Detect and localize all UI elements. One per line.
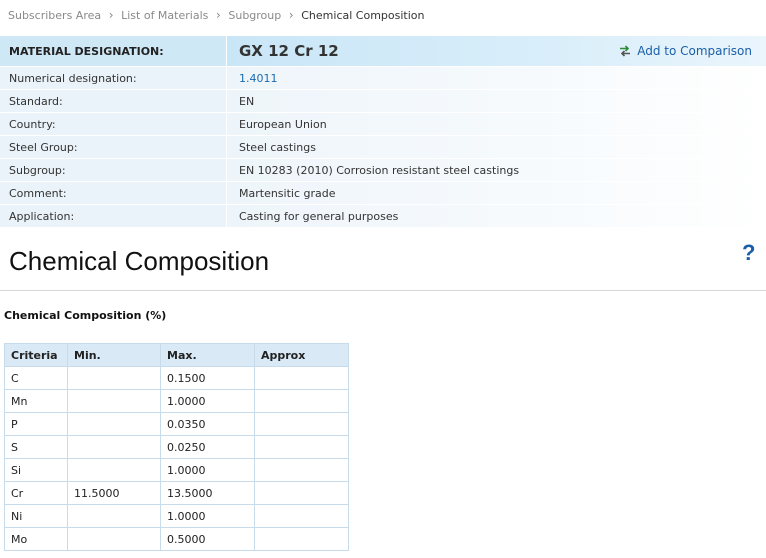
criteria-cell: P [4, 412, 68, 436]
table-row: S 0.0250 [4, 435, 349, 459]
approx-cell [254, 458, 349, 482]
min-cell [67, 458, 161, 482]
max-cell: 13.5000 [160, 481, 255, 505]
min-cell [67, 527, 161, 551]
material-header-row: MATERIAL DESIGNATION: GX 12 Cr 12 Add to… [0, 36, 766, 67]
table-row: Si 1.0000 [4, 458, 349, 482]
info-row-steel-group: Steel Group: Steel castings [0, 136, 766, 159]
info-row-comment: Comment: Martensitic grade [0, 182, 766, 205]
table-row: Ni 1.0000 [4, 504, 349, 528]
approx-cell [254, 412, 349, 436]
min-cell [67, 366, 161, 390]
breadcrumb-current: Chemical Composition [301, 8, 425, 22]
min-cell [67, 435, 161, 459]
approx-cell [254, 435, 349, 459]
min-cell [67, 389, 161, 413]
column-header-criteria: Criteria [4, 343, 68, 367]
approx-cell [254, 481, 349, 505]
info-value: EN [226, 90, 766, 113]
criteria-cell: S [4, 435, 68, 459]
info-label: Comment: [0, 182, 226, 205]
min-cell [67, 504, 161, 528]
column-header-approx: Approx [254, 343, 349, 367]
info-label: Numerical designation: [0, 67, 226, 90]
table-row: Cr 11.5000 13.5000 [4, 481, 349, 505]
breadcrumb-subgroup[interactable]: Subgroup [228, 9, 281, 22]
table-row: C 0.1500 [4, 366, 349, 390]
criteria-cell: Ni [4, 504, 68, 528]
material-designation: GX 12 Cr 12 [239, 42, 339, 60]
add-to-comparison-button[interactable]: Add to Comparison [619, 44, 752, 58]
composition-header-row: Criteria Min. Max. Approx [4, 343, 349, 367]
divider [0, 290, 766, 291]
add-to-comparison-label: Add to Comparison [637, 44, 752, 58]
info-value: Casting for general purposes [226, 205, 766, 228]
info-value: Martensitic grade [226, 182, 766, 205]
criteria-cell: Mn [4, 389, 68, 413]
help-icon[interactable]: ? [742, 240, 755, 266]
info-row-country: Country: European Union [0, 113, 766, 136]
criteria-cell: C [4, 366, 68, 390]
approx-cell [254, 389, 349, 413]
breadcrumb-list-of-materials[interactable]: List of Materials [121, 9, 208, 22]
column-header-max: Max. [160, 343, 255, 367]
max-cell: 0.5000 [160, 527, 255, 551]
info-value: 1.4011 [226, 67, 766, 90]
info-value: European Union [226, 113, 766, 136]
chevron-right-icon: › [215, 8, 221, 22]
info-label: Country: [0, 113, 226, 136]
table-row: P 0.0350 [4, 412, 349, 436]
info-value: Steel castings [226, 136, 766, 159]
min-cell: 11.5000 [67, 481, 161, 505]
max-cell: 0.0250 [160, 435, 255, 459]
info-row-numerical: Numerical designation: 1.4011 [0, 67, 766, 90]
info-row-subgroup: Subgroup: EN 10283 (2010) Corrosion resi… [0, 159, 766, 182]
page-title: Chemical Composition [9, 246, 270, 276]
table-row: Mo 0.5000 [4, 527, 349, 551]
info-row-standard: Standard: EN [0, 90, 766, 113]
info-label: Standard: [0, 90, 226, 113]
info-row-application: Application: Casting for general purpose… [0, 205, 766, 228]
composition-subheading: Chemical Composition (%) [4, 309, 167, 322]
info-label: Application: [0, 205, 226, 228]
chevron-right-icon: › [108, 8, 114, 22]
breadcrumb-subscribers-area[interactable]: Subscribers Area [8, 9, 101, 22]
max-cell: 0.0350 [160, 412, 255, 436]
chevron-right-icon: › [288, 8, 294, 22]
info-value: EN 10283 (2010) Corrosion resistant stee… [226, 159, 766, 182]
material-designation-label: MATERIAL DESIGNATION: [0, 36, 226, 67]
max-cell: 1.0000 [160, 504, 255, 528]
min-cell [67, 412, 161, 436]
breadcrumb: Subscribers Area › List of Materials › S… [8, 7, 424, 23]
max-cell: 0.1500 [160, 366, 255, 390]
compare-arrows-icon [620, 45, 631, 57]
composition-table: Criteria Min. Max. Approx C 0.1500 Mn 1.… [4, 343, 349, 551]
column-header-min: Min. [67, 343, 161, 367]
criteria-cell: Mo [4, 527, 68, 551]
info-label: Steel Group: [0, 136, 226, 159]
criteria-cell: Si [4, 458, 68, 482]
criteria-cell: Cr [4, 481, 68, 505]
approx-cell [254, 504, 349, 528]
max-cell: 1.0000 [160, 389, 255, 413]
max-cell: 1.0000 [160, 458, 255, 482]
approx-cell [254, 366, 349, 390]
table-row: Mn 1.0000 [4, 389, 349, 413]
info-label: Subgroup: [0, 159, 226, 182]
material-designation-cell: GX 12 Cr 12 Add to Comparison [226, 36, 766, 67]
approx-cell [254, 527, 349, 551]
numerical-designation-link[interactable]: 1.4011 [239, 72, 278, 85]
material-info-table: MATERIAL DESIGNATION: GX 12 Cr 12 Add to… [0, 36, 766, 228]
